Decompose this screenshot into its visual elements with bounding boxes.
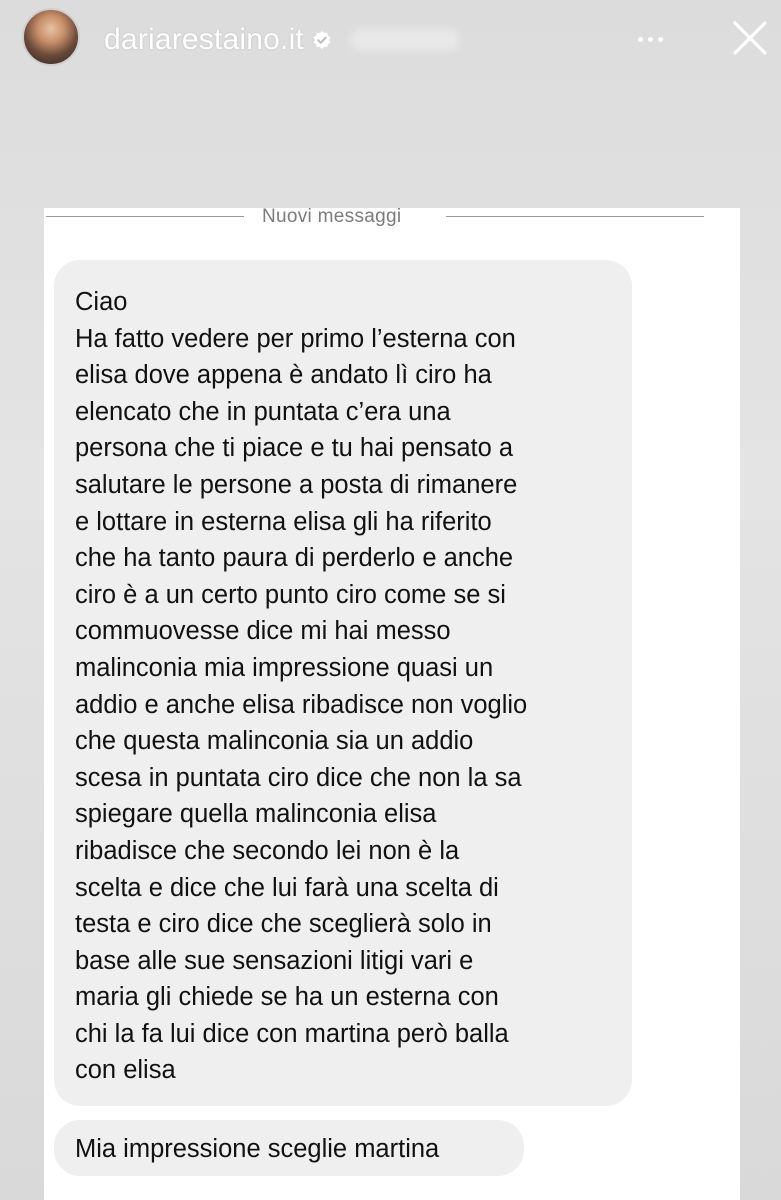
divider-line xyxy=(46,216,244,217)
message-line: commuovesse dice mi hai messo xyxy=(75,617,451,646)
message-line: persona che ti piace e tu hai pensato a xyxy=(75,434,514,463)
story-header: dariarestaino.it xyxy=(0,0,781,80)
message-line: ciro è a un certo punto ciro come se si xyxy=(75,580,506,609)
message-line: scelta e dice che lui farà una scelta di xyxy=(75,873,499,902)
message-line: testa e ciro dice che sceglierà solo in xyxy=(75,910,492,939)
close-icon[interactable] xyxy=(728,16,772,60)
message-line: elencato che in puntata c’era una xyxy=(75,397,451,426)
message-line: e lottare in esterna elisa gli ha riferi… xyxy=(75,507,492,536)
message-line: salutare le persone a posta di rimanere xyxy=(75,470,518,499)
message-bubble[interactable]: Ciao Ha fatto vedere per primo l’esterna … xyxy=(54,260,632,1106)
message-line: ribadisce che secondo lei non è la xyxy=(75,836,460,865)
message-line: addio e anche elisa ribadisce non voglio xyxy=(75,690,528,719)
blurred-timestamp xyxy=(349,29,460,51)
message-line: Ha fatto vedere per primo l’esterna con xyxy=(75,324,516,353)
message-line: che questa malinconia sia un addio xyxy=(75,727,474,756)
message-line: che ha tanto paura di perderlo e anche xyxy=(75,544,514,573)
message-line: spiegare quella malinconia elisa xyxy=(75,800,437,829)
new-messages-label: Nuovi messaggi xyxy=(262,206,402,227)
profile-avatar[interactable] xyxy=(22,8,80,66)
message-line: chi la fa lui dice con martina però ball… xyxy=(75,1019,509,1048)
more-options-icon[interactable] xyxy=(632,22,668,56)
divider-line xyxy=(446,216,704,217)
message-line: scesa in puntata ciro dice che non la sa xyxy=(75,763,522,792)
message-line: con elisa xyxy=(75,1056,176,1085)
username-row: dariarestaino.it xyxy=(104,22,460,58)
message-bubble[interactable]: Mia impressione sceglie martina xyxy=(54,1120,524,1176)
message-line: malinconia mia impressione quasi un xyxy=(75,653,494,682)
message-line: Ciao xyxy=(75,288,128,316)
verified-badge-icon xyxy=(313,31,331,49)
new-messages-divider: Nuovi messaggi xyxy=(44,206,740,228)
dm-screenshot-panel: Nuovi messaggi Ciao Ha fatto vedere per p… xyxy=(44,206,740,1200)
message-line: elisa dove appena è andato lì ciro ha xyxy=(75,361,492,390)
message-line: maria gli chiede se ha un esterna con xyxy=(75,983,499,1012)
message-line: base alle sue sensazioni litigi vari e xyxy=(75,946,474,975)
username[interactable]: dariarestaino.it xyxy=(104,23,304,57)
